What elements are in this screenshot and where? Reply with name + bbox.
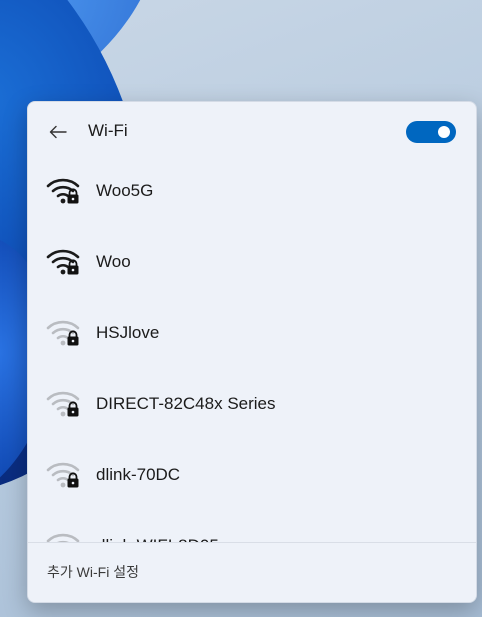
network-item[interactable]: Woo [28, 225, 476, 296]
network-item[interactable]: DIRECT-82C48x Series [28, 367, 476, 438]
wifi-lock-icon [46, 316, 84, 348]
toggle-knob [438, 126, 450, 138]
wifi-lock-icon [46, 458, 84, 490]
network-name: HSJlove [96, 323, 160, 342]
network-name: DIRECT-82C48x Series [96, 394, 276, 413]
wifi-toggle[interactable] [406, 121, 456, 143]
wifi-lock-icon [46, 174, 84, 206]
wifi-lock-icon [46, 529, 84, 542]
network-item[interactable]: dlink-WIFI-8D05 [28, 509, 476, 542]
network-item[interactable]: dlink-70DC [28, 438, 476, 509]
wifi-lock-icon [46, 387, 84, 419]
network-item[interactable]: Woo5G [28, 154, 476, 225]
back-button[interactable] [44, 118, 72, 146]
flyout-footer: 추가 Wi-Fi 설정 [28, 542, 476, 602]
wifi-lock-icon [46, 245, 84, 277]
page-title: Wi-Fi [88, 121, 128, 140]
network-name: dlink-70DC [96, 465, 181, 484]
arrow-left-icon [49, 125, 67, 139]
network-name: Woo5G [96, 181, 154, 200]
more-wifi-settings-link[interactable]: 추가 Wi-Fi 설정 [47, 563, 139, 581]
network-item[interactable]: HSJlove [28, 296, 476, 367]
network-list: Woo5G Woo HSJlove DIRECT-82C48x Series dlink… [28, 154, 476, 542]
network-name: Woo [96, 252, 131, 271]
flyout-header: Wi-Fi [28, 102, 476, 162]
wifi-flyout: Wi-Fi Woo5G Woo HSJlove DIRECT-82C48x Serie… [27, 101, 477, 603]
